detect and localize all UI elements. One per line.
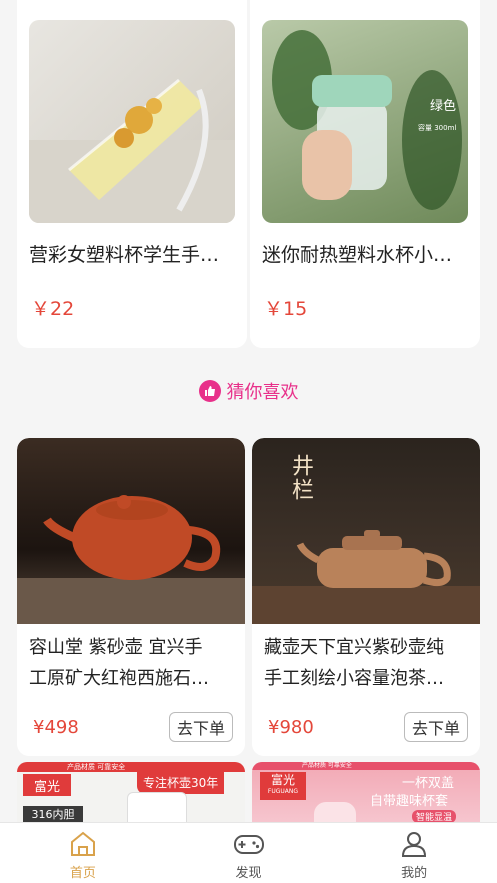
cup-shape [127,792,187,824]
product-image [17,438,245,624]
product-price: ¥980 [268,717,314,738]
recommend-heading: 猜你喜欢 [0,378,497,404]
product-title[interactable]: 迷你耐热塑料水杯小… [262,240,472,267]
product-image [29,20,235,223]
tab-discover[interactable]: 发现 [166,823,332,883]
tab-home[interactable]: 首页 [0,823,166,883]
tab-label: 我的 [401,866,428,881]
brand-name: 富光 [270,773,295,787]
product-price: ￥15 [264,298,308,320]
bottle-illustration [272,30,462,210]
home-icon [70,831,95,856]
image-caption: 井栏 [288,454,313,502]
cup-illustration [29,78,235,223]
product-card[interactable]: 营彩女塑料杯学生手… ￥22 [17,0,247,348]
order-button[interactable]: 去下单 [169,712,233,742]
banner-top-strip: 产品材质 可靠安全 [17,762,245,772]
cup-shape [314,802,356,824]
user-icon [402,832,427,857]
tab-profile[interactable]: 我的 [331,823,497,883]
page: 营彩女塑料杯学生手… ￥22 绿色 容量 300ml 迷你耐热塑料水杯小… ￥1… [0,0,497,883]
bottle-capacity-text: 容量 300ml [418,124,457,132]
banner-top-strip: 产品材质 可靠安全 [252,762,480,770]
product-title[interactable]: 营彩女塑料杯学生手… [29,240,239,267]
brand-en: FUGUANG [267,788,299,795]
bottom-tab-bar: 首页 发现 我的 [0,822,497,883]
section-title: 猜你喜欢 [226,382,299,403]
gamepad-icon [233,835,264,854]
product-title-line1[interactable]: 容山堂 紫砂壶 宜兴手 [29,634,202,662]
product-banner[interactable]: 产品材质 可靠安全 富光 FUGUANG 一杯双盖 自带趣味杯套 智能显温 [252,762,480,824]
recommend-card[interactable]: 井栏 藏壶天下宜兴紫砂壶纯 手工刻绘小容量泡茶… ¥980 去下单 [252,438,480,756]
order-button[interactable]: 去下单 [404,712,468,742]
product-title-line2[interactable]: 工原矿大红袍西施石… [29,665,209,693]
recommend-card[interactable]: 容山堂 紫砂壶 宜兴手 工原矿大红袍西施石… ¥498 去下单 [17,438,245,756]
banner-slogan-1: 一杯双盖 [402,776,455,791]
thumbs-up-icon [198,380,221,402]
product-card[interactable]: 绿色 容量 300ml 迷你耐热塑料水杯小… ￥15 [250,0,480,348]
teapot-illustration [17,495,245,624]
product-price: ￥22 [31,298,75,320]
product-price: ¥498 [33,717,79,738]
brand-logo: 富光 [23,774,71,796]
bottle-color-text: 绿色 [430,99,457,114]
brand-logo: 富光 FUGUANG [260,772,306,800]
tab-label: 发现 [235,866,262,881]
product-title-line2[interactable]: 手工刻绘小容量泡茶… [264,665,444,693]
product-image: 井栏 [252,438,480,624]
banner-slogan: 专注杯壶30年 [137,772,225,794]
tab-label: 首页 [69,866,96,881]
product-title-line1[interactable]: 藏壶天下宜兴紫砂壶纯 [264,634,444,662]
product-banner[interactable]: 产品材质 可靠安全 富光 专注杯壶30年 316内胆 [17,762,245,824]
banner-slogan-2: 自带趣味杯套 [370,794,449,809]
product-image: 绿色 容量 300ml [262,20,468,223]
